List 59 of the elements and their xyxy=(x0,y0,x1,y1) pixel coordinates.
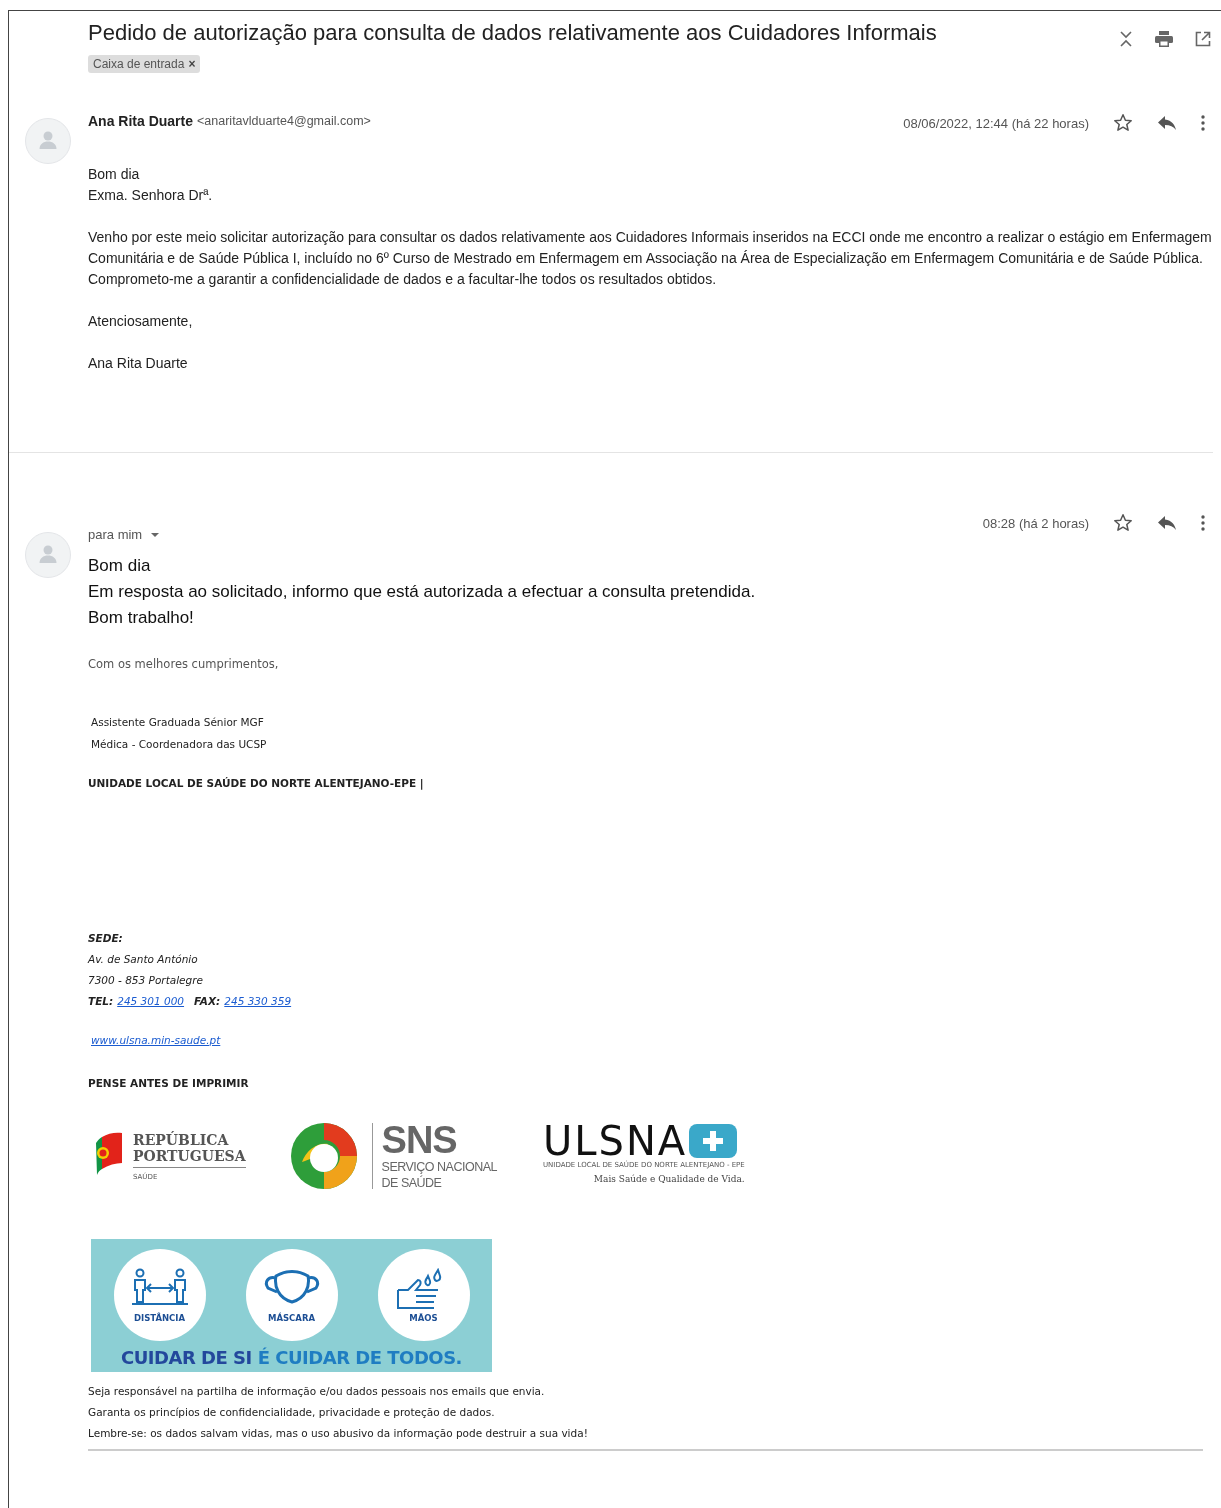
open-in-new-window-icon[interactable] xyxy=(1195,31,1211,47)
star-icon[interactable] xyxy=(1113,513,1133,533)
logo-text: SERVIÇO NACIONAL xyxy=(381,1159,497,1175)
address-line: 7300 - 853 Portalegre xyxy=(88,973,204,988)
body-text: Bom dia xyxy=(88,555,152,577)
avatar-icon xyxy=(25,118,71,164)
badge-label: DISTÂNCIA xyxy=(133,1312,186,1323)
collapse-all-icon[interactable] xyxy=(1119,30,1133,48)
website-link[interactable]: www.ulsna.min-saude.pt xyxy=(91,1034,221,1046)
disclaimer-text: Lembre-se: os dados salvam vidas, mas o uso abusivo da informação pode destruir a sua vida! xyxy=(88,1426,589,1441)
print-notice: PENSE ANTES DE IMPRIMIR xyxy=(88,1077,250,1089)
slogan-text: CUIDAR DE SI xyxy=(121,1347,252,1368)
body-text: Bom trabalho! xyxy=(88,607,195,629)
logo-text: REPÚBLICA xyxy=(133,1131,230,1148)
disclaimer-text: Garanta os princípios de confidencialidade, privacidade e proteção de dados. xyxy=(88,1405,496,1420)
organization-name: UNIDADE LOCAL DE SAÚDE DO NORTE ALENTEJANO-EPE | xyxy=(88,777,425,789)
logo-title: ULSNA xyxy=(542,1120,688,1161)
sender-email: <anaritavlduarte4@gmail.com> xyxy=(197,114,371,128)
job-title: Assistente Graduada Sénior MGF xyxy=(91,715,265,730)
message-date: 08:28 (há 2 horas) xyxy=(982,515,1089,531)
body-text: Ana Rita Duarte xyxy=(88,354,189,373)
message-date: 08/06/2022, 12:44 (há 22 horas) xyxy=(903,115,1089,131)
closing-text: Com os melhores cumprimentos, xyxy=(88,657,280,671)
print-icon[interactable] xyxy=(1155,31,1173,47)
fax-label: FAX: xyxy=(194,994,221,1009)
job-title: Médica - Coordenadora das UCSP xyxy=(91,737,268,752)
slogan-text: É CUIDAR DE TODOS. xyxy=(257,1347,462,1368)
fax-link[interactable]: 245 330 359 xyxy=(224,991,292,1012)
more-options-icon[interactable] xyxy=(1201,115,1205,131)
reply-icon[interactable] xyxy=(1157,115,1177,131)
address-line: Av. de Santo António xyxy=(88,952,199,967)
caret-icon[interactable] xyxy=(150,531,161,538)
reply-icon[interactable] xyxy=(1157,515,1177,531)
logo-text: PORTUGUESA xyxy=(133,1147,246,1164)
badge-label: MÁSCARA xyxy=(267,1312,316,1323)
ring-emblem-icon xyxy=(289,1122,358,1190)
more-options-icon[interactable] xyxy=(1201,515,1205,531)
logo-tagline: Mais Saúde e Qualidade de Vida. xyxy=(593,1173,745,1184)
avatar-icon xyxy=(25,532,71,578)
body-text: Comprometo-me a garantir a confidencialidade de dados e a facultar-lhe todos os resultados obtidos. xyxy=(88,270,718,289)
logo-text: DE SAÚDE xyxy=(381,1175,443,1191)
disclaimer-text: Seja responsável na partilha de informação e/ou dados pessoais nos emails que envia. xyxy=(88,1384,546,1399)
phone-label: TEL: xyxy=(88,994,114,1009)
phone-link[interactable]: 245 301 000 xyxy=(117,991,185,1012)
badge-label: MÃOS xyxy=(409,1312,438,1323)
star-icon[interactable] xyxy=(1113,113,1133,133)
logo-title: SNS xyxy=(381,1121,458,1159)
address-heading: SEDE: xyxy=(88,931,124,946)
body-text: Bom dia xyxy=(88,165,141,184)
email-subject: Pedido de autorização para consulta de dados relativamente aos Cuidadores Informais xyxy=(88,19,937,47)
body-text: Venho por este meio solicitar autorização para consultar os dados relativamente aos Cuidadores Informais inseridos na ECCI onde me encontro a realizar o estágio em Enfermagem Comunitária e de Saúde Pública I, incluído no 6º Curso de Mestrado em Enfermagem em Associação na Área de Especialização em Enfermagem Comunitária e de Saúde Pública. xyxy=(88,228,1213,268)
sender-name: Ana Rita Duarte xyxy=(88,113,194,129)
body-text: Em resposta ao solicitado, informo que está autorizada a efectuar a consulta pretendida. xyxy=(88,581,757,603)
body-text: Exma. Senhora Drª. xyxy=(88,186,214,205)
body-text: Atenciosamente, xyxy=(88,312,194,331)
recipient-dropdown[interactable]: para mim xyxy=(88,527,143,542)
label-text: Caixa de entrada xyxy=(93,56,185,72)
plus-icon xyxy=(689,1123,738,1158)
remove-label-button[interactable]: × xyxy=(188,56,196,72)
